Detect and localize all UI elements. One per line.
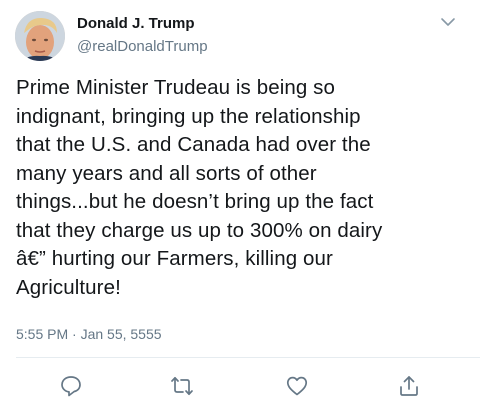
avatar-image [15, 11, 65, 61]
reply-icon[interactable] [59, 374, 83, 398]
heart-icon[interactable] [285, 374, 309, 398]
chevron-down-icon[interactable] [438, 14, 458, 30]
author-name[interactable]: Donald J. Trump [77, 15, 195, 32]
avatar[interactable] [15, 11, 65, 61]
tweet-timestamp[interactable]: 5:55 PM · Jan 55, 5555 [16, 326, 162, 342]
share-icon[interactable] [397, 374, 421, 398]
tweet-text: Prime Minister Trudeau is being so indig… [16, 76, 383, 299]
tweet-card: Donald J. Trump @realDonaldTrump Prime M… [0, 0, 480, 410]
author-handle[interactable]: @realDonaldTrump [77, 38, 208, 55]
divider [16, 357, 480, 358]
retweet-icon[interactable] [170, 374, 194, 398]
